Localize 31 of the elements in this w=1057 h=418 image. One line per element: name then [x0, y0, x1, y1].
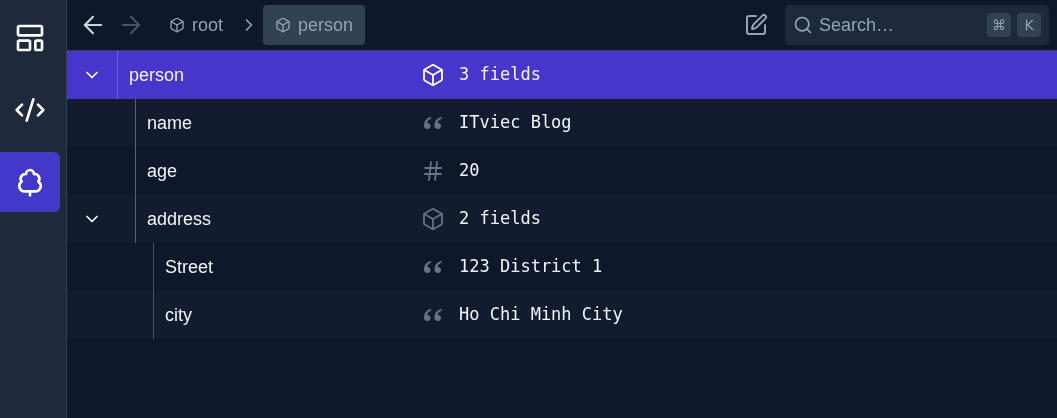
value-text: Ho Chi Minh City	[459, 303, 623, 327]
value-text: 3 fields	[459, 63, 541, 87]
sidebar-button[interactable]	[0, 152, 60, 212]
value-text: ITviec Blog	[459, 111, 572, 135]
search-field[interactable]: Search…	[819, 11, 981, 39]
key-label: Street	[165, 255, 214, 279]
cube-icon	[421, 63, 445, 87]
key-label: person	[129, 63, 185, 87]
layout-icon	[14, 22, 46, 54]
search-field[interactable]: Search… ⌘ K	[785, 5, 1049, 45]
tree-row[interactable]: city Ho Chi Minh City	[67, 291, 1057, 339]
hash-icon	[421, 159, 445, 183]
key-label: city	[165, 303, 192, 327]
tree-row[interactable]: address 2 fields	[67, 195, 1057, 243]
key-label: name	[147, 111, 193, 135]
cube-icon	[169, 17, 185, 33]
key-label: age	[147, 159, 178, 183]
tree-row[interactable]: name ITviec Blog	[67, 99, 1057, 147]
tree-row[interactable]: person 3 fields	[67, 51, 1057, 99]
value-text: 123 District 1	[459, 255, 603, 279]
key-label: address	[147, 207, 212, 231]
search-icon	[793, 15, 813, 35]
value-text: 2 fields	[459, 207, 541, 231]
edit-icon	[744, 13, 768, 37]
cube-icon	[275, 17, 292, 33]
value-text: 20	[459, 159, 480, 183]
cube-icon	[421, 207, 445, 231]
key-hint: ⌘	[987, 13, 1011, 37]
key-hint: K	[1017, 13, 1041, 37]
breadcrumb[interactable]: person	[263, 5, 366, 45]
breadcrumb[interactable]: root	[157, 5, 236, 45]
